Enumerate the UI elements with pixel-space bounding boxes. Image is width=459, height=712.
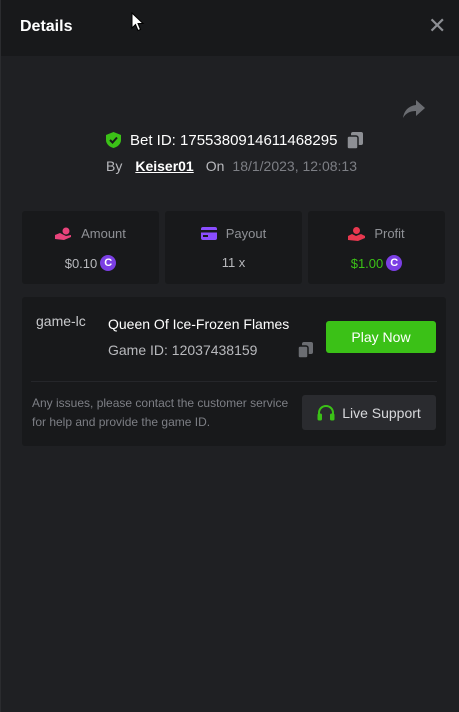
game-card: game-lc Queen Of Ice-Frozen Flames Game …	[22, 297, 446, 446]
profit-stat: Profit $1.00 C	[308, 211, 445, 284]
coin-icon: C	[100, 255, 117, 271]
payout-label: Payout	[225, 226, 267, 241]
shield-check-icon	[106, 132, 121, 148]
share-icon[interactable]	[402, 98, 426, 120]
card-icon	[200, 227, 217, 240]
panel-header: Details ✕	[1, 0, 459, 56]
game-name: Queen Of Ice-Frozen Flames	[108, 316, 290, 332]
headset-icon	[317, 404, 335, 420]
copy-icon[interactable]	[347, 131, 364, 149]
profit-label: Profit	[374, 226, 405, 241]
game-id: Game ID: 12037438159	[108, 342, 258, 358]
divider	[31, 381, 437, 382]
bet-id: Bet ID: 1755380914611468295	[130, 131, 338, 149]
game-thumbnail[interactable]: game-lc	[36, 313, 86, 329]
copy-icon[interactable]	[298, 342, 313, 358]
bet-timestamp: 18/1/2023, 12:08:13	[232, 158, 357, 174]
mouse-cursor-icon	[131, 12, 145, 32]
on-label: On	[205, 158, 225, 174]
details-panel: Details ✕ Bet ID: 1755380914611468295 By…	[0, 0, 459, 712]
payout-value: 11 x	[221, 255, 246, 270]
amount-value: $0.10	[64, 255, 98, 271]
username-link[interactable]: Keiser01	[135, 158, 193, 174]
live-support-label: Live Support	[342, 404, 421, 421]
bet-id-row: Bet ID: 1755380914611468295	[106, 130, 364, 150]
amount-label: Amount	[81, 226, 126, 241]
live-support-button[interactable]: Live Support	[302, 395, 436, 430]
panel-title: Details	[20, 18, 73, 35]
by-label: By	[106, 158, 123, 174]
coin-icon: C	[386, 255, 403, 271]
hand-profit-icon	[348, 226, 366, 241]
payout-stat: Payout 11 x	[165, 211, 302, 284]
play-now-button[interactable]: Play Now	[326, 321, 436, 353]
hand-coin-icon	[55, 227, 72, 240]
profit-value: $1.00	[350, 255, 384, 271]
amount-stat: Amount $0.10 C	[22, 211, 159, 284]
bet-meta-row: By Keiser01 On 18/1/2023, 12:08:13	[106, 156, 357, 176]
close-icon[interactable]: ✕	[428, 15, 446, 37]
support-note: Any issues, please contact the customer …	[32, 396, 289, 429]
